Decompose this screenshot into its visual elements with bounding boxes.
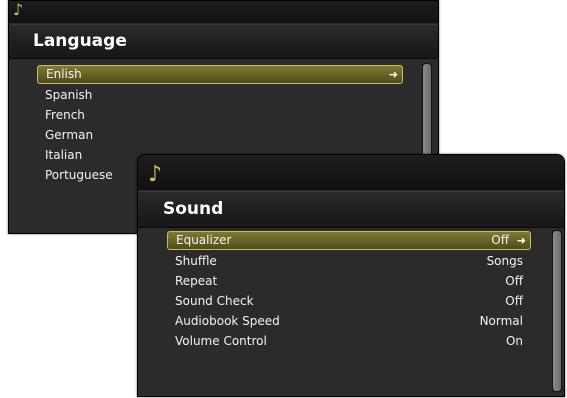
status-bar: ♪: [9, 1, 438, 23]
music-note-icon: ♪: [148, 162, 163, 187]
list-item-label: Audiobook Speed: [175, 314, 280, 328]
list-item-equalizer[interactable]: Equalizer Off ➜: [167, 231, 531, 250]
arrow-right-icon: ➜: [516, 234, 526, 247]
list-item-shuffle[interactable]: Shuffle Songs: [167, 251, 531, 271]
list-item-label: Sound Check: [175, 294, 254, 308]
list-item-label: Shuffle: [175, 254, 217, 268]
list-item-label: Italian: [45, 148, 83, 162]
setting-value: Songs: [486, 254, 523, 268]
scrollbar-thumb[interactable]: [553, 231, 561, 391]
list-item-sound-check[interactable]: Sound Check Off: [167, 291, 531, 311]
list-item-language-3[interactable]: German: [37, 125, 403, 145]
page-title: Sound: [138, 191, 564, 228]
list-item-label: Volume Control: [175, 334, 267, 348]
list-item-label: French: [45, 108, 85, 122]
page-title: Language: [9, 24, 438, 59]
arrow-right-icon: ➜: [388, 68, 398, 81]
list-item-label: Portuguese: [45, 168, 113, 182]
music-note-icon: ♪: [13, 0, 24, 19]
setting-value: On: [505, 334, 523, 348]
list-item-audiobook-speed[interactable]: Audiobook Speed Normal: [167, 311, 531, 331]
scrollbar[interactable]: [552, 230, 562, 392]
list-item-label: Repeat: [175, 274, 218, 288]
list-item-language-1[interactable]: Spanish: [37, 85, 403, 105]
list-item-language-2[interactable]: French: [37, 105, 403, 125]
setting-value: Off: [491, 233, 509, 247]
sound-window: ♪ Sound Equalizer Off ➜ Shuffle Songs Re…: [137, 154, 565, 397]
list-item-label: Equalizer: [176, 233, 232, 247]
status-bar: ♪: [138, 155, 564, 190]
setting-value: Normal: [479, 314, 523, 328]
list-item-volume-control[interactable]: Volume Control On: [167, 331, 531, 351]
list-item-language-0[interactable]: Enlish ➜: [37, 65, 403, 84]
setting-value: Off: [505, 294, 523, 308]
sound-settings-list: Equalizer Off ➜ Shuffle Songs Repeat Off…: [167, 231, 531, 351]
list-item-label: Enlish: [46, 67, 82, 81]
list-item-label: Spanish: [45, 88, 93, 102]
list-item-label: German: [45, 128, 94, 142]
list-item-repeat[interactable]: Repeat Off: [167, 271, 531, 291]
setting-value: Off: [505, 274, 523, 288]
